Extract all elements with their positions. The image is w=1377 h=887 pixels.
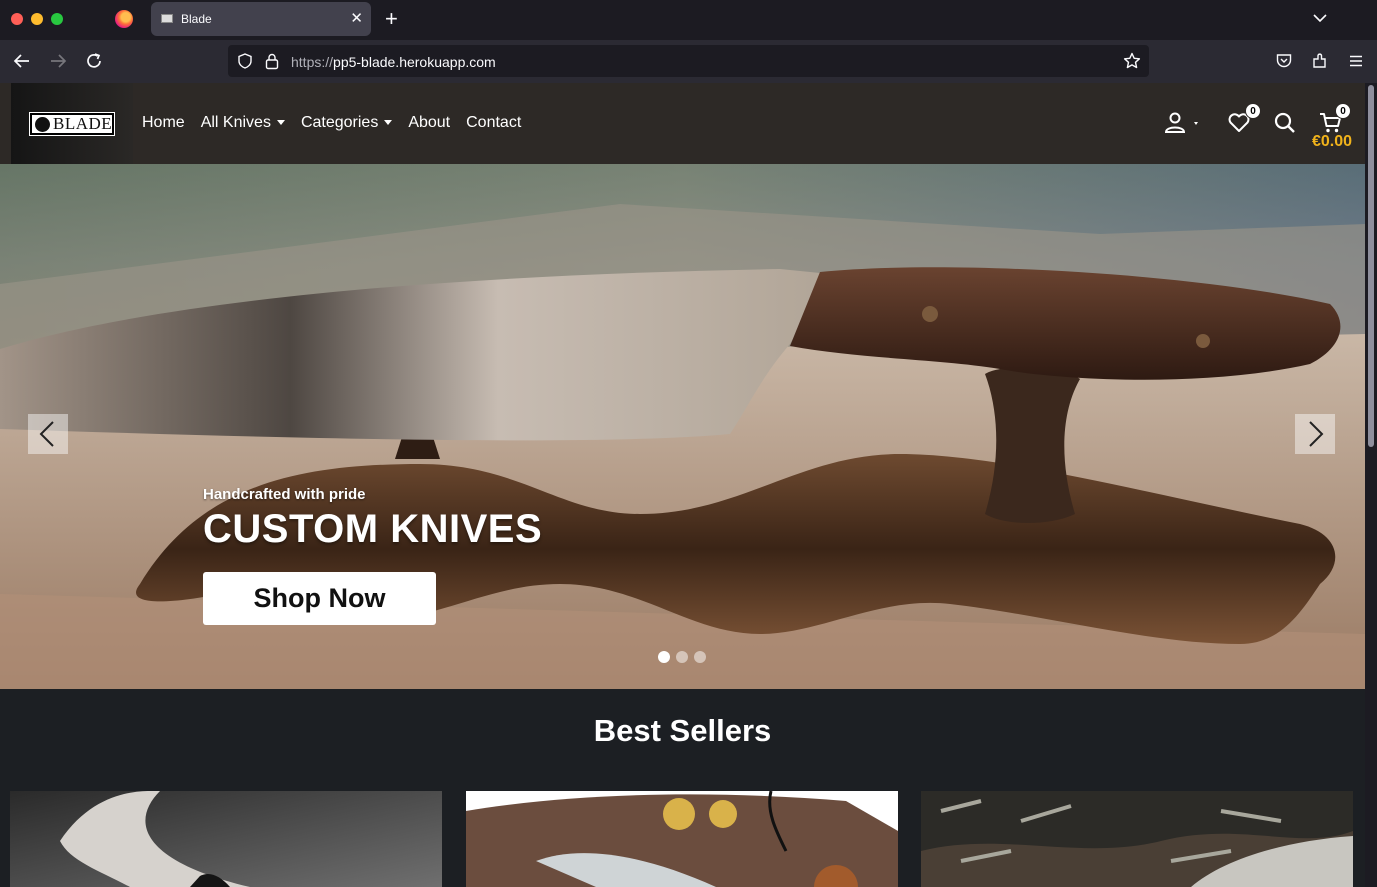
cart-count-badge: 0	[1335, 103, 1351, 119]
nav-all-knives-label: All Knives	[200, 114, 271, 131]
logo-emblem-icon	[35, 117, 50, 132]
nav-about[interactable]: About	[408, 114, 450, 132]
url-text[interactable]: https://pp5-blade.herokuapp.com	[291, 54, 496, 70]
carousel-next-button[interactable]	[1295, 414, 1335, 454]
account-menu[interactable]	[1164, 111, 1200, 140]
bookmark-star-icon[interactable]	[1123, 52, 1141, 70]
search-button[interactable]	[1273, 111, 1297, 140]
product-card-image[interactable]	[466, 791, 898, 887]
search-icon	[1274, 112, 1295, 133]
window-minimize-button[interactable]	[31, 13, 43, 25]
site-navbar: BLADE Home All Knives Categories About C…	[0, 83, 1365, 164]
browser-tab-bar: Blade ✕ +	[0, 0, 1377, 40]
chevron-down-icon[interactable]	[1311, 9, 1329, 27]
carousel-indicator[interactable]	[676, 651, 688, 663]
page-scrollbar[interactable]	[1365, 83, 1377, 887]
tab-favicon-icon	[161, 14, 173, 23]
extensions-icon[interactable]	[1311, 52, 1329, 70]
nav-categories[interactable]: Categories	[300, 114, 393, 132]
lock-icon[interactable]	[264, 52, 280, 70]
shield-icon[interactable]	[237, 53, 253, 69]
carousel-indicators	[658, 651, 706, 663]
product-image	[10, 791, 442, 887]
browser-tab-active[interactable]: Blade ✕	[151, 2, 371, 36]
cart-total[interactable]: €0.00	[1312, 133, 1352, 151]
section-title: Best Sellers	[593, 713, 772, 748]
product-image	[466, 791, 898, 887]
logo-text: BLADE	[53, 114, 113, 133]
user-icon	[1164, 112, 1198, 133]
product-card-image[interactable]	[10, 791, 442, 887]
hero-subtitle: Handcrafted with pride	[203, 486, 366, 503]
wishlist-count-badge: 0	[1245, 103, 1261, 119]
pocket-icon[interactable]	[1275, 52, 1293, 70]
carousel-indicator[interactable]	[694, 651, 706, 663]
tab-title: Blade	[181, 12, 212, 26]
tab-close-icon[interactable]: ✕	[350, 9, 363, 27]
carousel-indicator[interactable]	[658, 651, 670, 663]
best-sellers-section: Best Sellers	[0, 689, 1365, 887]
new-tab-button[interactable]: +	[385, 6, 398, 32]
main-nav: Home All Knives Categories About Contact	[142, 114, 537, 132]
product-image	[921, 791, 1353, 887]
firefox-icon[interactable]	[115, 10, 133, 28]
product-card-image[interactable]	[921, 791, 1353, 887]
chevron-left-icon	[39, 421, 54, 447]
shop-now-button[interactable]: Shop Now	[203, 572, 436, 625]
nav-contact[interactable]: Contact	[466, 114, 521, 132]
caret-down-icon	[276, 120, 285, 126]
forward-arrow-icon[interactable]	[47, 50, 69, 72]
hero-title: CUSTOM KNIVES	[203, 507, 543, 551]
nav-all-knives[interactable]: All Knives	[201, 114, 285, 132]
nav-categories-label: Categories	[300, 114, 379, 131]
scrollbar-thumb[interactable]	[1368, 85, 1374, 447]
menu-icon[interactable]	[1347, 52, 1365, 70]
url-bar[interactable]: https://pp5-blade.herokuapp.com	[228, 45, 1149, 77]
window-maximize-button[interactable]	[51, 13, 63, 25]
chevron-right-icon	[1309, 421, 1324, 447]
caret-down-icon	[384, 120, 393, 126]
blade-logo[interactable]: BLADE	[29, 112, 115, 136]
logo-container[interactable]: BLADE	[11, 83, 133, 164]
window-close-button[interactable]	[11, 13, 23, 25]
hero-carousel: Handcrafted with pride CUSTOM KNIVES Sho…	[0, 164, 1365, 689]
browser-toolbar: https://pp5-blade.herokuapp.com	[0, 40, 1377, 83]
reload-icon[interactable]	[83, 50, 105, 72]
nav-home[interactable]: Home	[142, 114, 185, 132]
wishlist-button[interactable]: 0	[1227, 103, 1261, 140]
back-arrow-icon[interactable]	[11, 50, 33, 72]
carousel-prev-button[interactable]	[28, 414, 68, 454]
